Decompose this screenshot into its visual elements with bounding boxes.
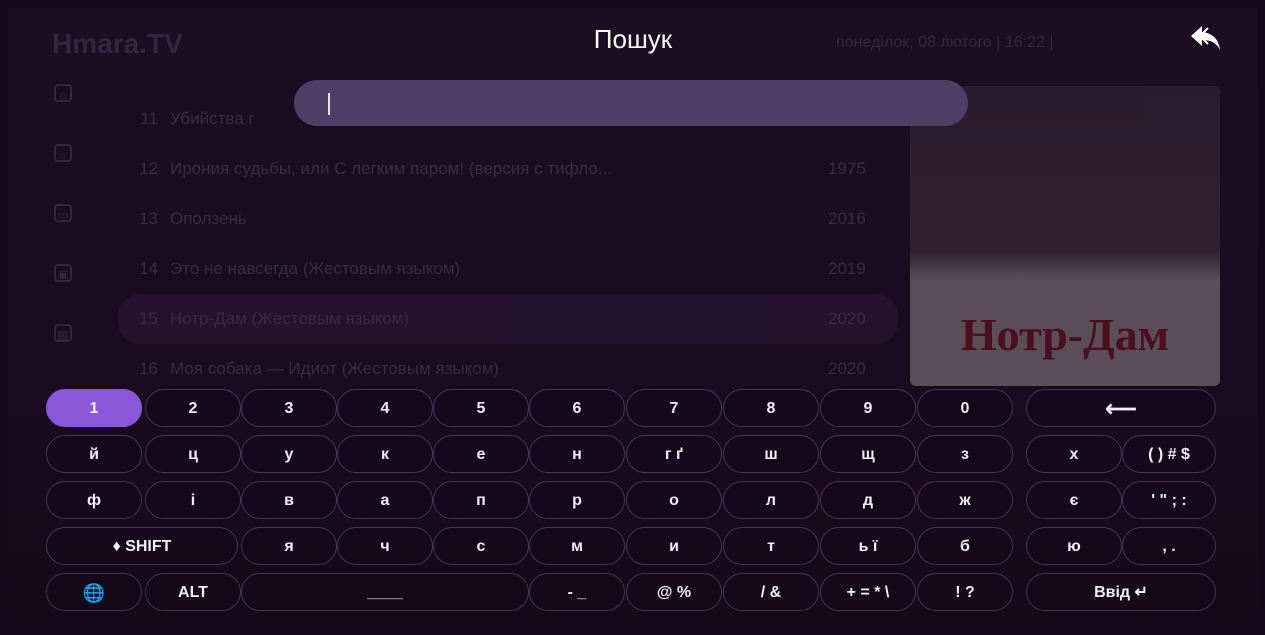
key-comma-period[interactable]: , . (1122, 527, 1216, 565)
key-и[interactable]: и (626, 527, 722, 565)
key-8[interactable]: 8 (723, 389, 819, 427)
key-7[interactable]: 7 (626, 389, 722, 427)
key-с[interactable]: с (433, 527, 529, 565)
key-м[interactable]: м (529, 527, 625, 565)
key-2[interactable]: 2 (145, 389, 241, 427)
key-х[interactable]: х (1026, 435, 1122, 473)
key-symbols-2[interactable]: ' " ; : (1122, 481, 1216, 519)
key-excl-question[interactable]: ! ? (917, 573, 1013, 611)
key-9[interactable]: 9 (820, 389, 916, 427)
key-о[interactable]: о (626, 481, 722, 519)
sidebar: ⌂ ○ ▭ ▣ ▦ (54, 84, 74, 384)
list-item[interactable]: 16 Моя собака — Идиот (Жестовым языком) 20… (118, 344, 898, 394)
key-1[interactable]: 1 (46, 389, 142, 427)
key-math[interactable]: + = * \ (820, 573, 916, 611)
key-symbols-1[interactable]: ( ) # $ (1122, 435, 1216, 473)
on-screen-keyboard: 1 2 3 4 5 6 7 8 9 0 ⟵ й ц у к е н г ґ ш … (8, 389, 1258, 632)
key-ф[interactable]: ф (46, 481, 142, 519)
key-з[interactable]: з (917, 435, 1013, 473)
key-ц[interactable]: ц (145, 435, 241, 473)
list-item[interactable]: 12 Ирония судьбы, или С легким паром! (ве… (118, 144, 898, 194)
key-л[interactable]: л (723, 481, 819, 519)
key-п[interactable]: п (433, 481, 529, 519)
key-а[interactable]: а (337, 481, 433, 519)
poster-title: Нотр-Дам (960, 309, 1170, 360)
list-item[interactable]: 13 Оползень 2016 (118, 194, 898, 244)
key-д[interactable]: д (820, 481, 916, 519)
search-icon[interactable]: ○ (54, 144, 72, 162)
key-в[interactable]: в (241, 481, 337, 519)
key-ю[interactable]: ю (1026, 527, 1122, 565)
enter-key[interactable]: Ввід ↵ (1026, 573, 1216, 611)
text-caret (328, 93, 330, 115)
key-ь[interactable]: ь ї (820, 527, 916, 565)
key-at-percent[interactable]: @ % (626, 573, 722, 611)
key-я[interactable]: я (241, 527, 337, 565)
key-ж[interactable]: ж (917, 481, 1013, 519)
key-4[interactable]: 4 (337, 389, 433, 427)
key-dash-underscore[interactable]: - _ (529, 573, 625, 611)
key-е[interactable]: е (433, 435, 529, 473)
key-й[interactable]: й (46, 435, 142, 473)
alt-key[interactable]: ALT (145, 573, 241, 611)
key-6[interactable]: 6 (529, 389, 625, 427)
screen: Hmara.TV понеділок, 08 лютого | 16:22 | … (8, 8, 1258, 632)
key-р[interactable]: р (529, 481, 625, 519)
tv-icon[interactable]: ▭ (54, 204, 72, 222)
search-input[interactable] (294, 80, 968, 126)
key-ш[interactable]: ш (723, 435, 819, 473)
poster-image: Нотр-Дам (910, 86, 1220, 386)
key-у[interactable]: у (241, 435, 337, 473)
key-є[interactable]: є (1026, 481, 1122, 519)
globe-icon[interactable]: 🌐 (46, 573, 142, 611)
backspace-key[interactable]: ⟵ (1026, 389, 1216, 427)
key-3[interactable]: 3 (241, 389, 337, 427)
back-arrow-icon (1191, 26, 1220, 50)
key-щ[interactable]: щ (820, 435, 916, 473)
key-0[interactable]: 0 (917, 389, 1013, 427)
space-key[interactable]: ____ (241, 573, 529, 611)
key-н[interactable]: н (529, 435, 625, 473)
page-title: Пошук (593, 24, 673, 54)
movies-icon[interactable]: ▣ (54, 264, 72, 282)
key-т[interactable]: т (723, 527, 819, 565)
key-5[interactable]: 5 (433, 389, 529, 427)
key-ч[interactable]: ч (337, 527, 433, 565)
home-icon[interactable]: ⌂ (54, 84, 72, 102)
list-item-selected[interactable]: 15 Нотр-Дам (Жестовым языком) 2020 (118, 294, 898, 344)
key-б[interactable]: б (917, 527, 1013, 565)
key-і[interactable]: і (145, 481, 241, 519)
shift-key[interactable]: ♦ SHIFT (46, 527, 238, 565)
list-item[interactable]: 14 Это не навсегда (Жестовым языком) 2019 (118, 244, 898, 294)
key-к[interactable]: к (337, 435, 433, 473)
grid-icon[interactable]: ▦ (54, 324, 72, 342)
key-г[interactable]: г ґ (626, 435, 722, 473)
results-list: 11 Убийства г 12 Ирония судьбы, или С легк… (118, 94, 898, 394)
key-slash-amp[interactable]: / & (723, 573, 819, 611)
back-button[interactable] (1188, 22, 1224, 56)
